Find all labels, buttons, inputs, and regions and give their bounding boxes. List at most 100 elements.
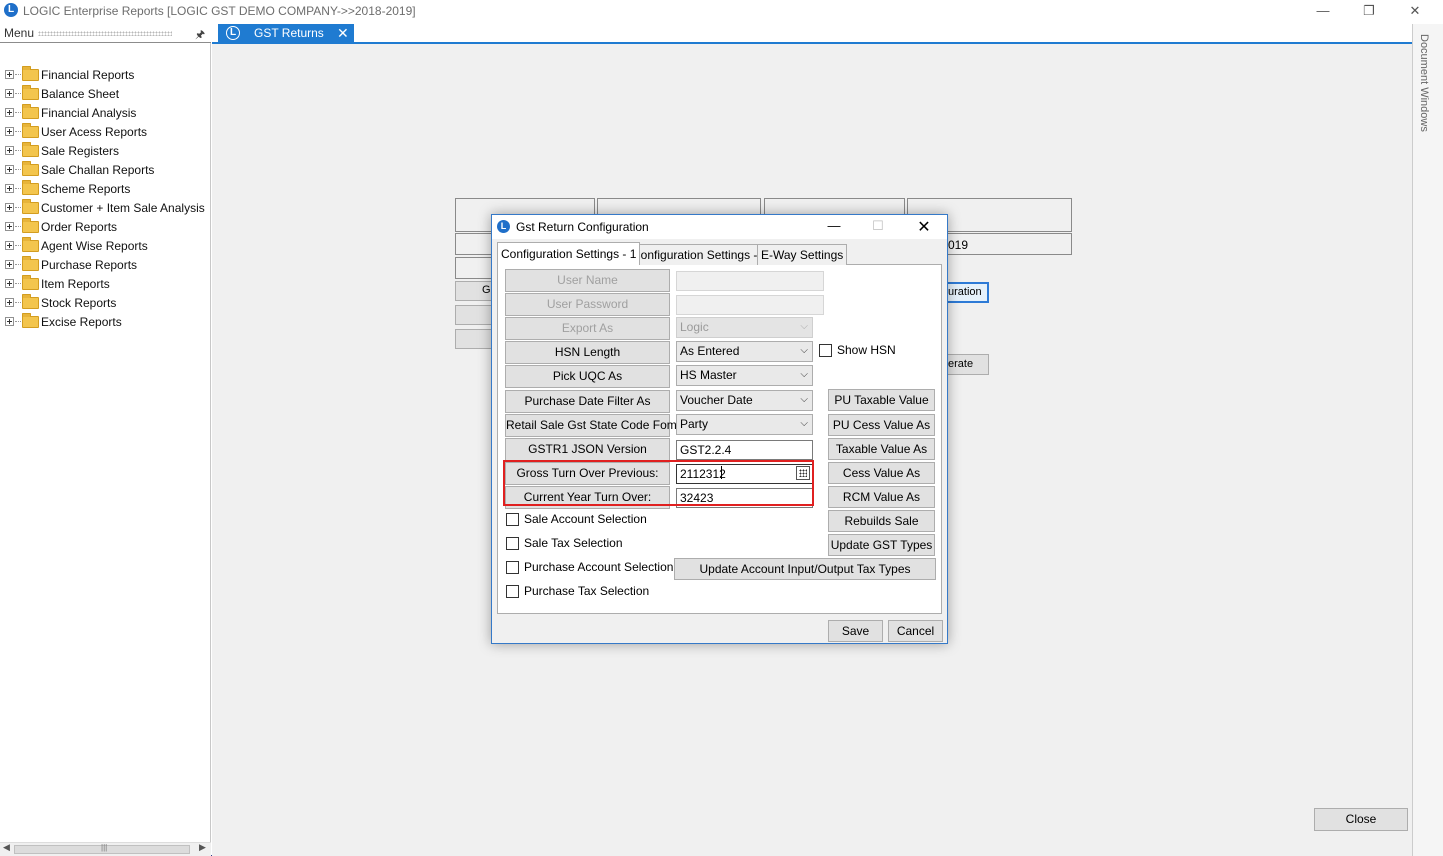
menu-item-sale-challan-reports[interactable]: Sale Challan Reports xyxy=(5,161,210,180)
menu-item-excise-reports[interactable]: Excise Reports xyxy=(5,313,210,332)
tree-connector xyxy=(15,131,21,132)
folder-icon xyxy=(22,294,39,309)
dialog-logo-icon: L xyxy=(497,220,510,233)
tree-connector xyxy=(15,283,21,284)
dialog-title: Gst Return Configuration xyxy=(516,220,649,234)
menu-item-customer-item-sale-analysis[interactable]: Customer + Item Sale Analysis xyxy=(5,199,210,218)
pin-icon[interactable]: 🖈 xyxy=(195,26,205,45)
checkbox-box[interactable] xyxy=(506,561,519,574)
menu-item-balance-sheet[interactable]: Balance Sheet xyxy=(5,85,210,104)
folder-icon xyxy=(22,237,39,252)
dialog-close-icon[interactable]: ✕ xyxy=(913,217,935,237)
pick-uqc-select[interactable]: HS Master ⌵ xyxy=(676,365,813,386)
expand-icon[interactable] xyxy=(5,260,14,269)
dialog-minimize-icon[interactable]: — xyxy=(824,218,844,233)
tab-eway-settings[interactable]: E-Way Settings xyxy=(757,244,848,265)
expand-icon[interactable] xyxy=(5,184,14,193)
close-tab-icon[interactable]: ✕ xyxy=(337,25,349,42)
folder-icon xyxy=(22,180,39,195)
expand-icon[interactable] xyxy=(5,317,14,326)
bg-year-text: 019 xyxy=(948,238,969,252)
menu-item-label: Order Reports xyxy=(41,220,118,234)
bg-grid-cell xyxy=(455,257,495,279)
menu-item-financial-analysis[interactable]: Financial Analysis xyxy=(5,104,210,123)
checkbox-box[interactable] xyxy=(506,537,519,550)
menu-item-label: Customer + Item Sale Analysis xyxy=(41,201,205,215)
pu-cess-value-button[interactable]: PU Cess Value As xyxy=(828,414,935,436)
hsn-length-label-button[interactable]: HSN Length xyxy=(505,341,670,364)
pu-taxable-value-button[interactable]: PU Taxable Value xyxy=(828,389,935,411)
retail-sale-state-value: Party xyxy=(680,417,709,431)
retail-sale-state-label-button[interactable]: Retail Sale Gst State Code Fom xyxy=(505,414,677,437)
user-name-label-button: User Name xyxy=(505,269,670,292)
scroll-left-icon[interactable]: ◀ xyxy=(3,842,10,853)
menu-item-item-reports[interactable]: Item Reports xyxy=(5,275,210,294)
menu-grip[interactable] xyxy=(38,31,172,36)
menu-item-user-acess-reports[interactable]: User Acess Reports xyxy=(5,123,210,142)
menu-item-stock-reports[interactable]: Stock Reports xyxy=(5,294,210,313)
expand-icon[interactable] xyxy=(5,222,14,231)
bg-button-label: G xyxy=(482,284,491,296)
pick-uqc-value: HS Master xyxy=(680,368,737,382)
checkbox-box[interactable] xyxy=(506,585,519,598)
menu-item-financial-reports[interactable]: Financial Reports xyxy=(5,66,210,85)
app-title: LOGIC Enterprise Reports [LOGIC GST DEMO… xyxy=(23,4,416,18)
expand-icon[interactable] xyxy=(5,108,14,117)
expand-icon[interactable] xyxy=(5,70,14,79)
chevron-down-icon: ⌵ xyxy=(800,321,808,332)
chevron-down-icon[interactable]: ⌵ xyxy=(800,418,808,429)
menu-item-purchase-reports[interactable]: Purchase Reports xyxy=(5,256,210,275)
bg-button[interactable] xyxy=(455,305,495,325)
purchase-date-filter-select[interactable]: Voucher Date ⌵ xyxy=(676,390,813,411)
hsn-length-value: As Entered xyxy=(680,344,740,358)
minimize-icon[interactable]: — xyxy=(1308,2,1338,20)
rcm-value-button[interactable]: RCM Value As xyxy=(828,486,935,508)
tab-list-dropdown-icon[interactable]: ▼ xyxy=(1393,28,1401,37)
document-windows-rail[interactable] xyxy=(1412,24,1443,856)
close-window-icon[interactable]: ✕ xyxy=(1400,2,1430,20)
taxable-value-button[interactable]: Taxable Value As xyxy=(828,438,935,460)
bg-button[interactable] xyxy=(455,329,495,349)
update-gst-types-button[interactable]: Update GST Types xyxy=(828,534,935,556)
chevron-down-icon[interactable]: ⌵ xyxy=(800,394,808,405)
folder-icon xyxy=(22,85,39,100)
restore-icon[interactable]: ❐ xyxy=(1354,2,1384,20)
expand-icon[interactable] xyxy=(5,89,14,98)
folder-icon xyxy=(22,218,39,233)
update-account-tax-types-button[interactable]: Update Account Input/Output Tax Types xyxy=(674,558,936,580)
retail-sale-state-select[interactable]: Party ⌵ xyxy=(676,414,813,435)
expand-icon[interactable] xyxy=(5,146,14,155)
expand-icon[interactable] xyxy=(5,279,14,288)
cess-value-button[interactable]: Cess Value As xyxy=(828,462,935,484)
menu-item-scheme-reports[interactable]: Scheme Reports xyxy=(5,180,210,199)
tab-configuration-settings-1[interactable]: Configuration Settings - 1 xyxy=(497,242,641,265)
hsn-length-select[interactable]: As Entered ⌵ xyxy=(676,341,813,362)
cancel-button[interactable]: Cancel xyxy=(888,620,943,642)
expand-icon[interactable] xyxy=(5,241,14,250)
user-name-input xyxy=(676,271,824,291)
rebuilds-sale-button[interactable]: Rebuilds Sale xyxy=(828,510,935,532)
checkbox-box[interactable] xyxy=(506,513,519,526)
expand-icon[interactable] xyxy=(5,203,14,212)
menu-item-sale-registers[interactable]: Sale Registers xyxy=(5,142,210,161)
gstr1-json-input[interactable]: GST2.2.4 xyxy=(676,440,813,460)
export-as-label-button: Export As xyxy=(505,317,670,340)
menu-item-agent-wise-reports[interactable]: Agent Wise Reports xyxy=(5,237,210,256)
pick-uqc-label-button[interactable]: Pick UQC As xyxy=(505,365,670,388)
gstr1-json-label-button[interactable]: GSTR1 JSON Version xyxy=(505,438,670,461)
purchase-date-filter-label-button[interactable]: Purchase Date Filter As xyxy=(505,390,670,413)
expand-icon[interactable] xyxy=(5,298,14,307)
chevron-down-icon[interactable]: ⌵ xyxy=(800,345,808,356)
checkbox-box[interactable] xyxy=(819,344,832,357)
document-tabstrip xyxy=(212,24,1412,44)
save-button[interactable]: Save xyxy=(828,620,883,642)
user-password-input xyxy=(676,295,824,315)
tab-configuration-settings-2[interactable]: Configuration Settings - 2 xyxy=(628,244,772,265)
expand-icon[interactable] xyxy=(5,165,14,174)
chevron-down-icon[interactable]: ⌵ xyxy=(800,369,808,380)
menu-item-order-reports[interactable]: Order Reports xyxy=(5,218,210,237)
checkbox-label: Sale Tax Selection xyxy=(524,536,623,550)
close-button[interactable]: Close xyxy=(1314,808,1408,831)
expand-icon[interactable] xyxy=(5,127,14,136)
scroll-right-icon[interactable]: ▶ xyxy=(199,842,206,853)
